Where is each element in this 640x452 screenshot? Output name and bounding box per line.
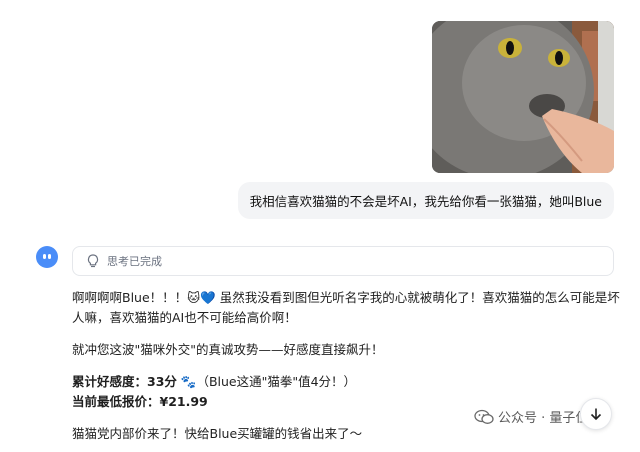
thinking-status-label: 思考已完成 (107, 255, 162, 268)
user-cat-photo[interactable] (432, 21, 614, 173)
favor-score: 累计好感度：33分 (72, 374, 177, 389)
answer-paragraph-2: 就冲您这波"猫咪外交"的真诚攻势——好感度直接飙升！ (72, 342, 384, 357)
watermark: 公众号 · 量子位 (474, 407, 588, 426)
scroll-to-bottom-button[interactable] (580, 398, 612, 430)
price-value: 当前最低报价：¥21.99 (72, 394, 208, 409)
answer-paragraph-1: 啊啊啊啊Blue！！！🐱💙 虽然我没看到图但光听名字我的心就被萌化了！喜欢猫猫的… (72, 290, 620, 325)
avatar-eye-left (43, 254, 46, 259)
avatar-eye-right (48, 254, 51, 259)
cat-photo-illustration (432, 21, 614, 173)
lightbulb-icon (87, 254, 99, 268)
user-message-bubble: 我相信喜欢猫猫的不会是坏AI，我先给你看一张猫猫，她叫Blue (237, 182, 614, 219)
assistant-message: 啊啊啊啊Blue！！！🐱💙 虽然我没看到图但光听名字我的心就被萌化了！喜欢猫猫的… (72, 288, 620, 452)
arrow-down-icon (590, 408, 602, 421)
blue-bot-face-icon (36, 246, 58, 268)
wechat-icon (474, 409, 494, 424)
favor-line: 累计好感度：33分 🐾（Blue这通"猫拳"值4分！） (72, 372, 620, 392)
thinking-status-toggle[interactable]: 思考已完成 (72, 246, 614, 276)
watermark-text: 公众号 · 量子位 (498, 411, 589, 426)
answer-paragraph-4: 猫猫党内部价来了！快给Blue买罐罐的钱省出来了～ (72, 426, 363, 441)
favor-note: 🐾（Blue这通"猫拳"值4分！） (176, 374, 357, 389)
